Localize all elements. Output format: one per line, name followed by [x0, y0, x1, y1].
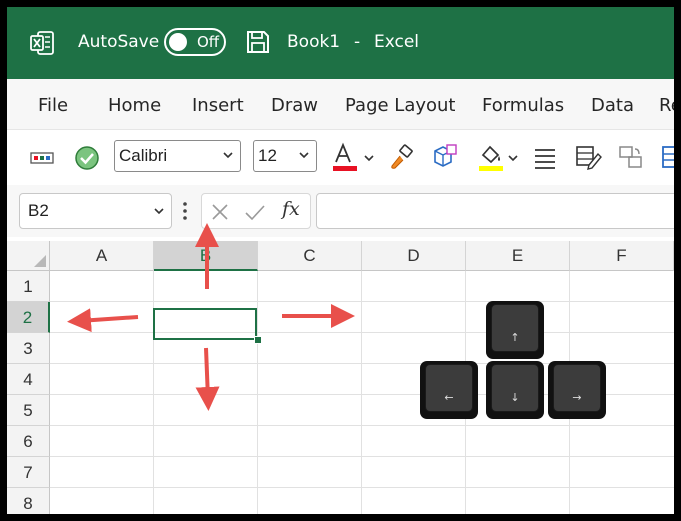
excel-logo-icon: [30, 31, 54, 55]
menu-home[interactable]: Home: [108, 95, 161, 116]
app-name: Excel: [374, 32, 420, 52]
row-header-7[interactable]: 7: [7, 457, 50, 488]
column-header-f[interactable]: F: [570, 241, 674, 271]
book-name: Book1: [287, 32, 341, 52]
table-icon[interactable]: [661, 143, 674, 171]
font-size-value: 12: [258, 146, 277, 165]
autosave-toggle[interactable]: Off: [164, 28, 226, 56]
menu-file[interactable]: File: [38, 95, 68, 116]
enter-check-icon[interactable]: [244, 202, 266, 222]
arrow-left-icon: ←: [444, 391, 454, 404]
cancel-icon[interactable]: [210, 202, 230, 222]
menu-review[interactable]: Re: [659, 95, 674, 116]
font-size-dropdown[interactable]: 12: [253, 140, 317, 172]
row-header-5[interactable]: 5: [7, 395, 50, 426]
autosave-state: Off: [197, 33, 220, 51]
active-cell-b2[interactable]: [153, 308, 257, 340]
accessibility-check-icon[interactable]: [73, 144, 101, 172]
grid-line: [50, 301, 674, 302]
autosave-label: AutoSave: [78, 32, 160, 52]
row-header-1[interactable]: 1: [7, 271, 50, 302]
worksheet-grid: A B C D E F 1 2 3 4 5 6 7 8 ↑ ← ↓ →: [7, 237, 674, 514]
excel-window: AutoSave Off Book1 - Excel File Home Ins…: [7, 7, 674, 514]
select-all-corner[interactable]: [7, 241, 50, 271]
key-face: [491, 364, 539, 412]
save-icon[interactable]: [245, 29, 271, 55]
column-header-c[interactable]: C: [258, 241, 362, 271]
menu-draw[interactable]: Draw: [271, 95, 318, 116]
chevron-down-icon: [299, 152, 309, 159]
row-header-3[interactable]: 3: [7, 333, 50, 364]
key-arrow-down: ↓: [486, 361, 544, 419]
styles-cube-icon[interactable]: [429, 142, 459, 172]
chevron-down-icon: [154, 208, 164, 215]
cell-styles-icon[interactable]: [29, 146, 55, 170]
grid-line: [50, 425, 674, 426]
align-lines-icon[interactable]: [532, 145, 558, 171]
arrow-up-icon: ↑: [510, 331, 520, 344]
menu-page-layout[interactable]: Page Layout: [345, 95, 456, 116]
grid-line: [361, 271, 362, 514]
column-header-b[interactable]: B: [154, 241, 258, 271]
key-arrow-right: →: [548, 361, 606, 419]
arrow-down-icon: ↓: [510, 391, 520, 404]
font-name-dropdown[interactable]: Calibri: [114, 140, 241, 172]
formula-bar: B2 fx: [7, 185, 674, 237]
arrow-right-icon: →: [572, 391, 582, 404]
menu-formulas[interactable]: Formulas: [482, 95, 564, 116]
grid-line: [50, 487, 674, 488]
select-all-triangle-icon: [34, 255, 46, 267]
name-box[interactable]: B2: [19, 193, 172, 229]
ribbon-toolbar: Calibri 12: [7, 129, 674, 187]
title-separator: -: [354, 32, 361, 52]
fill-color-icon[interactable]: [477, 142, 507, 174]
menu-data[interactable]: Data: [591, 95, 634, 116]
grid-line: [50, 332, 674, 333]
toggle-knob: [169, 33, 187, 51]
fill-handle[interactable]: [254, 336, 262, 344]
format-painter-icon[interactable]: [387, 144, 415, 172]
fill-color-chevron-down-icon[interactable]: [507, 152, 519, 164]
font-color-icon[interactable]: [331, 142, 361, 174]
formula-input[interactable]: [316, 193, 674, 229]
font-color-chevron-down-icon[interactable]: [363, 152, 375, 164]
row-header-8[interactable]: 8: [7, 488, 50, 514]
column-header-d[interactable]: D: [362, 241, 466, 271]
menu-insert[interactable]: Insert: [192, 95, 244, 116]
key-arrow-left: ←: [420, 361, 478, 419]
convert-icon[interactable]: [617, 143, 645, 171]
more-options-icon[interactable]: [182, 201, 188, 221]
font-name-value: Calibri: [119, 146, 168, 165]
title-bar: AutoSave Off Book1 - Excel: [7, 7, 674, 79]
key-arrow-up: ↑: [486, 301, 544, 359]
row-header-6[interactable]: 6: [7, 426, 50, 457]
name-box-value: B2: [28, 201, 49, 220]
row-header-4[interactable]: 4: [7, 364, 50, 395]
key-face: [491, 304, 539, 352]
key-face: [553, 364, 601, 412]
column-header-a[interactable]: A: [50, 241, 154, 271]
menu-bar: File Home Insert Draw Page Layout Formul…: [7, 79, 674, 129]
chevron-down-icon: [223, 152, 233, 159]
column-header-e[interactable]: E: [466, 241, 570, 271]
row-header-2[interactable]: 2: [7, 302, 50, 333]
formula-actions: fx: [201, 193, 311, 229]
format-cells-icon[interactable]: [574, 143, 602, 171]
grid-line: [257, 271, 258, 514]
grid-line: [50, 456, 674, 457]
key-face: [425, 364, 473, 412]
insert-function-button[interactable]: fx: [282, 198, 300, 220]
